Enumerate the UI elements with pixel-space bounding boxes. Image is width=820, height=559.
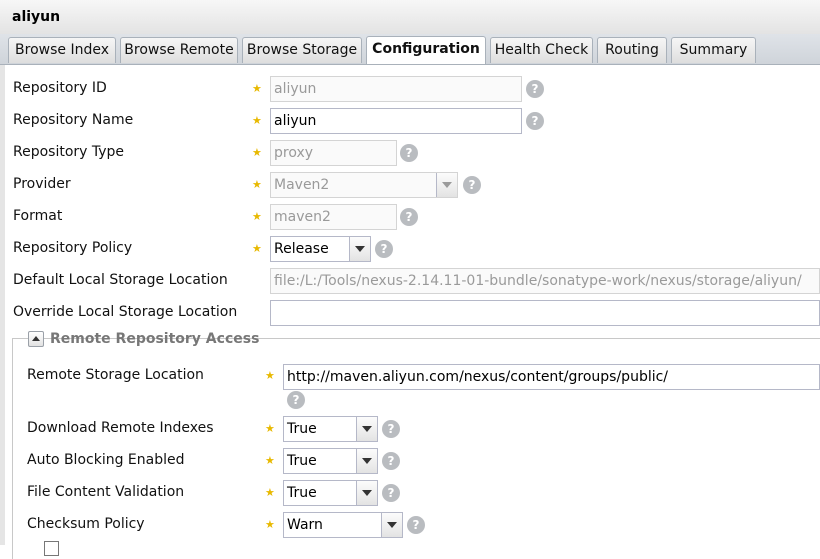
repository-name-field[interactable]: aliyun (270, 108, 522, 134)
default-local-storage-field[interactable]: file:/L:/Tools/nexus-2.14.11-01-bundle/s… (270, 268, 820, 294)
file-content-validation-label: File Content Validation (27, 484, 185, 500)
remote-storage-location-label: Remote Storage Location (27, 367, 204, 383)
repository-name-label: Repository Name (13, 112, 134, 128)
repository-policy-select[interactable]: Release (270, 236, 371, 262)
file-content-validation-value: True (287, 485, 317, 501)
help-icon[interactable]: ? (526, 80, 544, 98)
chevron-down-icon[interactable] (381, 513, 402, 537)
star-icon: ★ (265, 486, 275, 499)
repository-id-field[interactable]: aliyun (270, 76, 522, 102)
star-icon: ★ (265, 369, 275, 382)
tab-browse-remote[interactable]: Browse Remote (120, 37, 238, 63)
help-icon[interactable]: ? (382, 452, 400, 470)
help-icon[interactable]: ? (400, 144, 418, 162)
help-icon[interactable]: ? (375, 240, 393, 258)
star-icon: ★ (252, 178, 262, 191)
window-title: aliyun (12, 9, 61, 25)
override-local-storage-field[interactable] (270, 300, 820, 326)
tab-strip: Browse Index Browse Remote Browse Storag… (0, 34, 820, 65)
tab-browse-index[interactable]: Browse Index (8, 37, 116, 63)
auto-blocking-enabled-label: Auto Blocking Enabled (27, 452, 185, 468)
help-icon[interactable]: ? (382, 484, 400, 502)
file-content-validation-select[interactable]: True (283, 480, 378, 506)
default-local-storage-label: Default Local Storage Location (13, 272, 228, 288)
provider-label: Provider (13, 176, 71, 192)
star-icon: ★ (252, 242, 262, 255)
collapse-icon[interactable] (28, 331, 44, 347)
format-field[interactable]: maven2 (270, 204, 397, 230)
help-icon[interactable]: ? (526, 112, 544, 130)
auto-blocking-enabled-select[interactable]: True (283, 448, 378, 474)
tab-routing[interactable]: Routing (597, 37, 667, 63)
tab-health-check[interactable]: Health Check (490, 37, 593, 63)
download-remote-indexes-select[interactable]: True (283, 416, 378, 442)
star-icon: ★ (252, 210, 262, 223)
download-remote-indexes-value: True (287, 421, 317, 437)
tab-browse-storage[interactable]: Browse Storage (242, 37, 362, 63)
chevron-down-icon[interactable] (436, 173, 457, 197)
star-icon: ★ (265, 422, 275, 435)
star-icon: ★ (265, 454, 275, 467)
star-icon: ★ (252, 114, 262, 127)
tab-summary[interactable]: Summary (671, 37, 756, 63)
help-icon[interactable]: ? (400, 208, 418, 226)
repository-id-label: Repository ID (13, 80, 107, 96)
repository-type-field[interactable]: proxy (270, 140, 397, 166)
star-icon: ★ (252, 146, 262, 159)
chevron-down-icon[interactable] (356, 417, 377, 441)
download-remote-indexes-label: Download Remote Indexes (27, 420, 214, 436)
help-icon[interactable]: ? (382, 420, 400, 438)
tab-configuration[interactable]: Configuration (366, 36, 486, 64)
provider-value: Maven2 (274, 177, 330, 193)
star-icon: ★ (252, 82, 262, 95)
checkbox[interactable] (44, 541, 59, 556)
checksum-policy-select[interactable]: Warn (283, 512, 403, 538)
override-local-storage-label: Override Local Storage Location (13, 304, 238, 320)
remote-repository-access-title: Remote Repository Access (50, 331, 260, 347)
checksum-policy-value: Warn (287, 517, 323, 533)
chevron-down-icon[interactable] (356, 449, 377, 473)
window-title-bar: aliyun (0, 0, 820, 35)
checksum-policy-label: Checksum Policy (27, 516, 145, 532)
provider-select[interactable]: Maven2 (270, 172, 458, 198)
chevron-down-icon[interactable] (349, 237, 370, 261)
remote-storage-location-field[interactable]: http://maven.aliyun.com/nexus/content/gr… (283, 364, 820, 390)
chevron-down-icon[interactable] (356, 481, 377, 505)
star-icon: ★ (265, 518, 275, 531)
help-icon[interactable]: ? (463, 176, 481, 194)
help-icon[interactable]: ? (407, 516, 425, 534)
auto-blocking-enabled-value: True (287, 453, 317, 469)
format-label: Format (13, 208, 63, 224)
repository-policy-label: Repository Policy (13, 240, 133, 256)
help-icon[interactable]: ? (287, 391, 305, 409)
remote-repository-access-legend: Remote Repository Access (28, 330, 259, 350)
repository-policy-value: Release (274, 241, 329, 257)
repository-type-label: Repository Type (13, 144, 125, 160)
